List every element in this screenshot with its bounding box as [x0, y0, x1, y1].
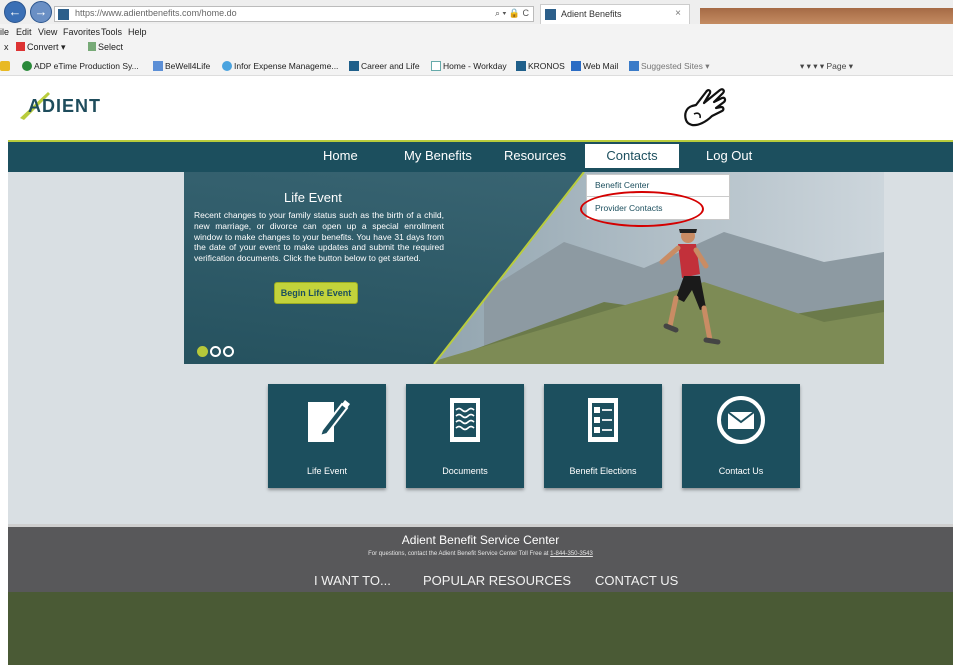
address-bar-url[interactable]: https://www.adientbenefits.com/home.do	[75, 8, 237, 18]
back-arrow-icon: ←	[8, 4, 22, 19]
select-button[interactable]: Select	[88, 42, 123, 52]
favorites-bar: ADP eTime Production Sy... BeWell4Life I…	[0, 56, 953, 76]
nav-contacts[interactable]: Contacts	[585, 144, 679, 168]
begin-life-event-button[interactable]: Begin Life Event	[274, 282, 358, 304]
menu-item-benefit-center[interactable]: Benefit Center	[595, 180, 649, 190]
tile-benefit-elections-label: Benefit Elections	[569, 466, 637, 476]
tile-contact-us[interactable]: Contact Us	[682, 384, 800, 488]
fav-kronos-label: KRONOS	[528, 61, 565, 71]
tile-documents[interactable]: Documents	[406, 384, 524, 488]
hero-carousel: Life Event Recent changes to your family…	[184, 172, 884, 364]
window-caption-strip	[700, 8, 953, 24]
address-bar[interactable]: https://www.adientbenefits.com/home.do ⌕…	[54, 6, 534, 22]
ie-icon	[222, 61, 232, 71]
select-icon	[88, 42, 96, 51]
tile-documents-label: Documents	[442, 466, 488, 476]
checklist-icon	[588, 398, 618, 442]
address-bar-tools[interactable]: ⌕ ▾ 🔒 C	[495, 8, 529, 19]
convert-button[interactable]: Convert ▾	[16, 42, 66, 53]
carousel-dots	[197, 344, 236, 362]
main-nav: Home My Benefits Resources Contacts Log …	[8, 142, 953, 172]
menu-help[interactable]: Help	[128, 27, 147, 37]
command-bar: x Convert ▾ Select	[0, 40, 953, 56]
menu-view[interactable]: View	[38, 27, 57, 37]
tab-close-icon[interactable]: ×	[675, 8, 681, 19]
hero-title: Life Event	[284, 190, 342, 205]
footer-phone-link[interactable]: 1-844-350-3543	[550, 551, 593, 557]
adient-fav-icon	[349, 61, 359, 71]
command-close-icon[interactable]: x	[4, 42, 9, 52]
select-label: Select	[98, 42, 124, 52]
tile-life-event-label: Life Event	[306, 466, 348, 476]
pointing-hand-cursor-icon	[684, 88, 727, 127]
forward-arrow-icon: →	[34, 4, 48, 19]
document-edit-icon	[308, 400, 350, 442]
fav-adp-label: ADP eTime Production Sy...	[34, 61, 139, 71]
fav-workday-label: Home - Workday	[443, 61, 507, 71]
carousel-dot-3[interactable]	[223, 346, 234, 357]
bewell-icon	[153, 61, 163, 71]
menu-file[interactable]: ile	[0, 27, 9, 37]
browser-title-bar: ← → https://www.adientbenefits.com/home.…	[0, 0, 953, 24]
fav-adp[interactable]: ADP eTime Production Sy...	[22, 61, 139, 71]
nav-resources[interactable]: Resources	[504, 148, 566, 163]
fav-suggested-label: Suggested Sites ▾	[641, 61, 710, 71]
pdf-icon	[16, 42, 25, 51]
documents-icon	[450, 398, 480, 442]
menu-bar: ile Edit View Favorites Tools Help	[0, 24, 953, 40]
fav-star-icon[interactable]	[0, 61, 12, 71]
kronos-icon	[516, 61, 526, 71]
red-annotation-circle	[580, 191, 704, 227]
fav-webmail[interactable]: Web Mail	[571, 61, 618, 71]
tab-title: Adient Benefits	[561, 9, 622, 19]
fav-webmail-label: Web Mail	[583, 61, 619, 71]
main-content: Life Event Recent changes to your family…	[8, 172, 953, 524]
menu-edit[interactable]: Edit	[16, 27, 32, 37]
menu-tools[interactable]: Tools	[101, 27, 122, 37]
fav-career-label: Career and Life	[361, 61, 420, 71]
suggested-sites-icon	[629, 61, 639, 71]
carousel-dot-2[interactable]	[210, 346, 221, 357]
site-favicon-icon	[58, 9, 69, 20]
site-logo[interactable]: ADIENT	[28, 96, 101, 117]
tile-benefit-elections[interactable]: Benefit Elections	[544, 384, 662, 488]
back-button[interactable]: ←	[4, 1, 26, 23]
site-header: ADIENT	[8, 76, 953, 142]
forward-button[interactable]: →	[30, 1, 52, 23]
carousel-dot-1[interactable]	[197, 346, 208, 357]
fav-workday[interactable]: Home - Workday	[431, 61, 507, 71]
envelope-icon	[717, 396, 765, 444]
footer-title: Adient Benefit Service Center	[401, 533, 560, 547]
adp-icon	[22, 61, 32, 71]
fav-suggested[interactable]: Suggested Sites ▾	[629, 61, 710, 72]
fav-kronos[interactable]: KRONOS	[516, 61, 565, 71]
footer-contact-line: For questions, contact the Adient Benefi…	[8, 551, 953, 557]
tile-life-event[interactable]: Life Event	[268, 384, 386, 488]
site-footer: Adient Benefit Service Center For questi…	[8, 524, 953, 592]
fav-bewell[interactable]: BeWell4Life	[153, 61, 210, 71]
workday-icon	[431, 61, 441, 71]
browser-tab[interactable]: Adient Benefits ×	[540, 4, 690, 24]
footer-link-contact-us[interactable]: CONTACT US	[595, 573, 678, 588]
outlook-icon	[571, 61, 581, 71]
nav-home[interactable]: Home	[323, 148, 358, 163]
nav-my-benefits[interactable]: My Benefits	[404, 148, 472, 163]
toolbar-right-tools[interactable]: ▾ ▾ ▾ ▾ Page ▾	[800, 61, 853, 72]
fav-infor-label: Infor Expense Manageme...	[234, 61, 339, 71]
tab-favicon-icon	[545, 9, 556, 20]
footer-link-i-want-to[interactable]: I WANT TO...	[314, 573, 391, 588]
fav-career[interactable]: Career and Life	[349, 61, 420, 71]
footer-bottom-band	[8, 592, 953, 665]
convert-label: Convert ▾	[27, 42, 66, 52]
page-left-margin	[0, 76, 8, 665]
tile-contact-us-label: Contact Us	[718, 466, 764, 476]
menu-favorites[interactable]: Favorites	[63, 27, 100, 37]
fav-infor[interactable]: Infor Expense Manageme...	[222, 61, 338, 71]
nav-logout[interactable]: Log Out	[706, 148, 752, 163]
hero-body: Recent changes to your family status suc…	[194, 210, 444, 264]
footer-contact-text: For questions, contact the Adient Benefi…	[368, 551, 549, 557]
footer-link-popular-resources[interactable]: POPULAR RESOURCES	[423, 573, 571, 588]
fav-bewell-label: BeWell4Life	[165, 61, 211, 71]
